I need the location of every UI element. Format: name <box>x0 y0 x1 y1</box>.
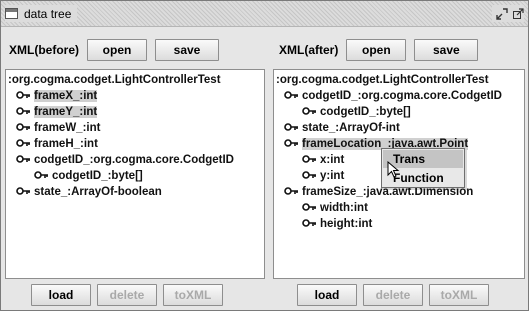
tree-node[interactable]: frameX_:int <box>16 89 98 104</box>
tree-node-label: y:int <box>320 170 345 182</box>
xml-before-label: XML(before) <box>9 43 79 57</box>
key-icon <box>284 121 302 136</box>
application-window: data tree XML(before) open save XML(afte… <box>0 0 529 311</box>
left-bottom-bar: load delete toXML <box>31 283 223 307</box>
key-icon <box>34 169 52 184</box>
right-delete-button[interactable]: delete <box>363 284 423 306</box>
right-load-button[interactable]: load <box>297 284 357 306</box>
right-save-button[interactable]: save <box>414 39 479 61</box>
key-icon <box>16 89 34 104</box>
key-icon <box>16 137 34 152</box>
key-icon <box>284 89 302 104</box>
key-icon <box>302 169 320 184</box>
tree-node-label: frameW_:int <box>34 122 101 134</box>
tree-node-label: height:int <box>320 218 373 230</box>
tree-node-label: x:int <box>320 154 345 166</box>
tree-node[interactable]: y:int <box>302 169 344 184</box>
tree-node[interactable]: x:int <box>302 153 344 168</box>
right-bottom-bar: load delete toXML <box>297 283 489 307</box>
right-toolbar: XML(after) open save <box>279 37 479 63</box>
tree-node-label: codgetID_:byte[] <box>320 106 411 118</box>
left-toxml-button[interactable]: toXML <box>163 284 223 306</box>
tree-node[interactable]: frameY_:int <box>16 105 98 120</box>
left-load-button[interactable]: load <box>31 284 91 306</box>
key-icon <box>302 201 320 216</box>
tree-node-label: frameX_:int <box>34 90 98 102</box>
title-group: data tree <box>5 5 78 22</box>
key-icon <box>16 121 34 136</box>
tree-node-label: state_:ArrayOf-int <box>302 122 400 134</box>
key-icon <box>302 217 320 232</box>
tree-node-label: frameH_:int <box>34 138 98 150</box>
tree-node-label: :org.cogma.codget.LightControllerTest <box>8 74 221 86</box>
left-toolbar: XML(before) open save <box>9 37 219 63</box>
key-icon <box>284 185 302 200</box>
maximize-icon[interactable] <box>512 7 524 20</box>
title-bar[interactable]: data tree <box>1 1 528 27</box>
tree-node-label: state_:ArrayOf-boolean <box>34 186 162 198</box>
tree-node-label: frameY_:int <box>34 106 98 118</box>
tree-node[interactable]: :org.cogma.codget.LightControllerTest <box>276 73 489 88</box>
restore-icon[interactable] <box>496 7 508 20</box>
left-delete-button[interactable]: delete <box>97 284 157 306</box>
tree-node[interactable]: codgetID_:byte[] <box>302 105 411 120</box>
tree-node-label: codgetID_:org.cogma.core.CodgetID <box>34 154 234 166</box>
tree-node[interactable]: :org.cogma.codget.LightControllerTest <box>8 73 221 88</box>
key-icon <box>16 185 34 200</box>
key-icon <box>284 137 302 152</box>
key-icon <box>16 105 34 120</box>
key-icon <box>302 105 320 120</box>
tree-node[interactable]: codgetID_:org.cogma.core.CodgetID <box>284 89 502 104</box>
tree-node[interactable]: codgetID_:byte[] <box>34 169 143 184</box>
tree-node[interactable]: state_:ArrayOf-int <box>284 121 400 136</box>
tree-node-label: codgetID_:byte[] <box>52 170 143 182</box>
window-title: data tree <box>24 6 72 21</box>
key-icon <box>302 153 320 168</box>
right-open-button[interactable]: open <box>346 39 407 61</box>
tree-node[interactable]: frameH_:int <box>16 137 98 152</box>
tree-node[interactable]: width:int <box>302 201 368 216</box>
key-icon <box>16 153 34 168</box>
window-icon <box>5 8 18 19</box>
left-open-button[interactable]: open <box>87 39 147 61</box>
left-tree-panel[interactable]: :org.cogma.codget.LightControllerTest fra… <box>5 69 265 279</box>
tree-node-label: :org.cogma.codget.LightControllerTest <box>276 74 489 86</box>
mouse-cursor-icon <box>387 161 400 178</box>
left-save-button[interactable]: save <box>155 39 219 61</box>
right-toxml-button[interactable]: toXML <box>429 284 489 306</box>
tree-node[interactable]: codgetID_:org.cogma.core.CodgetID <box>16 153 234 168</box>
tree-node[interactable]: state_:ArrayOf-boolean <box>16 185 162 200</box>
tree-node[interactable]: height:int <box>302 217 372 232</box>
xml-after-label: XML(after) <box>279 43 339 57</box>
title-controls <box>492 5 524 22</box>
tree-node-label: width:int <box>320 202 368 214</box>
tree-node[interactable]: frameW_:int <box>16 121 100 136</box>
tree-node-label: codgetID_:org.cogma.core.CodgetID <box>302 90 502 102</box>
